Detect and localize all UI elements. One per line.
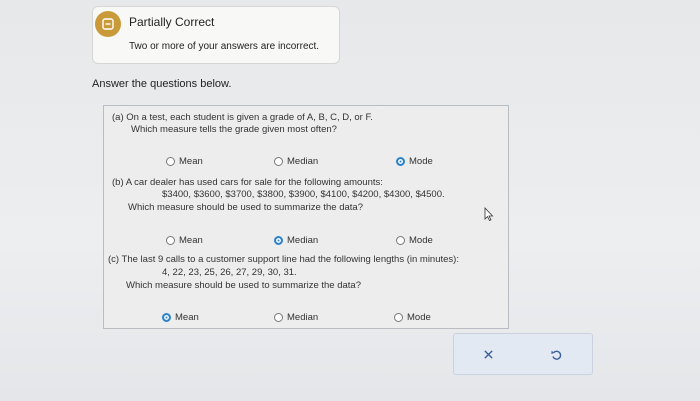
action-bar — [453, 333, 593, 375]
option-label: Mean — [179, 156, 203, 167]
feedback-title: Partially Correct — [129, 15, 215, 29]
question-b-text: (b) A car dealer has used cars for sale … — [112, 177, 383, 188]
option-b-mean[interactable]: Mean — [166, 235, 203, 246]
option-c-mean[interactable]: Mean — [162, 312, 199, 323]
question-c-data: 4, 22, 23, 25, 26, 27, 29, 30, 31. — [162, 267, 297, 278]
option-b-mode[interactable]: Mode — [396, 235, 433, 246]
option-c-mode[interactable]: Mode — [394, 312, 431, 323]
option-label: Median — [287, 156, 319, 167]
option-a-mean[interactable]: Mean — [166, 156, 203, 167]
radio-button[interactable] — [274, 313, 283, 322]
mouse-cursor-icon — [484, 207, 494, 221]
radio-button[interactable] — [166, 157, 175, 166]
radio-button[interactable] — [166, 236, 175, 245]
undo-icon — [550, 350, 561, 360]
option-c-median[interactable]: Median — [274, 312, 318, 323]
radio-button-selected[interactable] — [274, 236, 283, 245]
radio-button[interactable] — [394, 313, 403, 322]
question-b-prompt: Which measure should be used to summariz… — [128, 202, 363, 213]
option-label: Mean — [179, 235, 203, 246]
radio-button[interactable] — [396, 236, 405, 245]
undo-button[interactable] — [546, 344, 566, 364]
instructions-text: Answer the questions below. — [92, 78, 232, 90]
partial-credit-icon — [95, 11, 121, 37]
x-icon — [483, 349, 493, 359]
radio-button-selected[interactable] — [162, 313, 171, 322]
feedback-message: Two or more of your answers are incorrec… — [129, 41, 320, 52]
option-b-median[interactable]: Median — [274, 235, 318, 246]
feedback-panel: Partially Correct Two or more of your an… — [92, 6, 340, 64]
clear-button[interactable] — [478, 344, 498, 364]
question-box: (a) On a test, each student is given a g… — [103, 105, 509, 329]
question-c-prompt: Which measure should be used to summariz… — [126, 280, 361, 291]
option-label: Mode — [409, 235, 433, 246]
option-a-median[interactable]: Median — [274, 156, 318, 167]
question-a-text: (a) On a test, each student is given a g… — [112, 112, 373, 123]
radio-button[interactable] — [274, 157, 283, 166]
question-b-data: $3400, $3600, $3700, $3800, $3900, $4100… — [162, 189, 445, 200]
question-a-prompt: Which measure tells the grade given most… — [131, 124, 337, 135]
question-c-text: (c) The last 9 calls to a customer suppo… — [108, 254, 459, 265]
option-a-mode[interactable]: Mode — [396, 156, 433, 167]
option-label: Median — [287, 312, 319, 323]
option-label: Mode — [407, 312, 431, 323]
option-label: Mode — [409, 156, 433, 167]
option-label: Median — [287, 235, 319, 246]
option-label: Mean — [175, 312, 199, 323]
radio-button-selected[interactable] — [396, 157, 405, 166]
